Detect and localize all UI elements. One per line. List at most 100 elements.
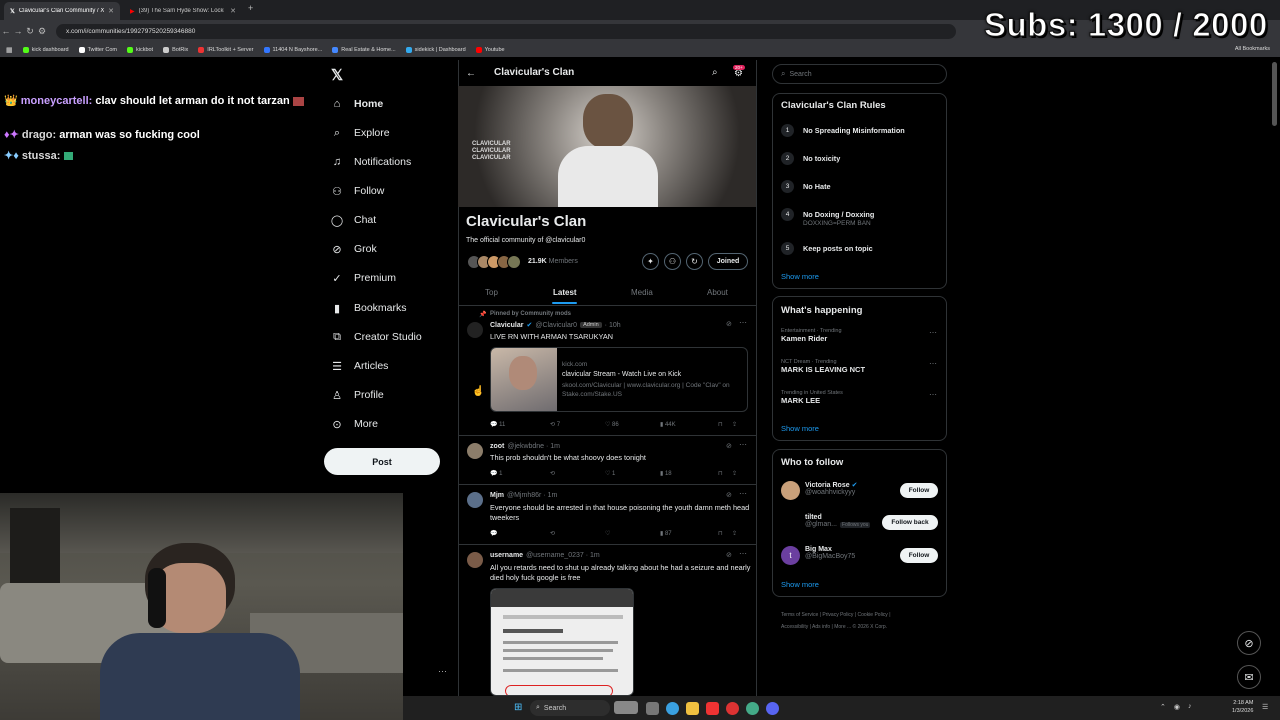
views-button[interactable]: ▮ 87	[660, 530, 718, 537]
avatar[interactable]	[781, 514, 800, 533]
tab-media[interactable]: Media	[631, 288, 653, 310]
show-more-link[interactable]: Show more	[781, 424, 819, 433]
tab-latest[interactable]: Latest	[553, 288, 577, 310]
site-info-icon[interactable]: ⚙	[36, 26, 48, 37]
obs-icon[interactable]	[706, 702, 719, 715]
reply-button[interactable]: 💬 11	[490, 421, 550, 428]
more-options-icon[interactable]: ⋯	[739, 489, 747, 498]
sidebar-item-premium[interactable]: ✓ Premium	[330, 268, 396, 288]
chrome-icon[interactable]	[666, 702, 679, 715]
search-icon[interactable]: ⌕	[712, 67, 718, 78]
close-tab-icon[interactable]: ✕	[230, 7, 236, 15]
grok-icon[interactable]: ⊘	[726, 320, 732, 328]
like-button[interactable]: ♡ 1	[605, 470, 660, 477]
trend-item[interactable]: NCT Dream · Trending MARK IS LEAVING NCT	[781, 359, 865, 374]
grok-icon[interactable]: ⊘	[726, 491, 732, 499]
browser-tab-active[interactable]: 𝕏 Clavicular's Clan Community / X ✕	[4, 2, 120, 20]
avatar[interactable]: t	[781, 546, 800, 565]
post-image-screenshot[interactable]	[490, 588, 634, 696]
follow-back-button[interactable]: Follow back	[882, 515, 938, 530]
members-count[interactable]: 21.9K Members	[528, 258, 578, 265]
bookmark-item[interactable]: kickbot	[126, 46, 153, 53]
like-button[interactable]: ♡	[605, 530, 660, 537]
back-arrow-icon[interactable]: ←	[466, 68, 476, 79]
share-icon[interactable]: ⇪	[732, 470, 737, 477]
share-icon[interactable]: ⇪	[732, 421, 737, 428]
windows-start-icon[interactable]: ⊞	[514, 702, 522, 713]
more-options-icon[interactable]: ⋯	[739, 318, 747, 327]
bookmark-item[interactable]: kick dashboard	[22, 46, 69, 53]
bookmark-icon[interactable]: ⊓	[718, 530, 732, 537]
sidebar-item-articles[interactable]: ☰ Articles	[330, 356, 388, 376]
share-icon[interactable]: ⇪	[732, 530, 737, 537]
app-icon[interactable]	[726, 702, 739, 715]
avatar[interactable]	[781, 481, 800, 500]
grok-icon[interactable]: ⊘	[726, 551, 732, 559]
bookmark-icon[interactable]: ⊓	[718, 421, 732, 428]
sidebar-item-bookmarks[interactable]: ▮ Bookmarks	[330, 298, 407, 318]
avatar[interactable]	[467, 322, 483, 338]
tab-top[interactable]: Top	[485, 288, 498, 310]
invite-icon[interactable]: ⚇	[664, 253, 681, 270]
repost-button[interactable]: ⟲	[550, 530, 605, 537]
member-avatars[interactable]	[467, 255, 521, 269]
more-options-icon[interactable]: ⋯	[929, 390, 937, 399]
avatar[interactable]	[467, 492, 483, 508]
follow-button[interactable]: Follow	[900, 548, 938, 563]
task-view-icon[interactable]	[646, 702, 659, 715]
grok-floating-icon[interactable]: ⊘	[1237, 631, 1261, 655]
bookmark-item[interactable]: Twitter Com	[78, 46, 117, 53]
sidebar-item-more[interactable]: ⊙ More	[330, 414, 378, 434]
tab-about[interactable]: About	[707, 288, 728, 310]
bookmark-item[interactable]: BotRix	[163, 46, 188, 53]
search-bar[interactable]: ⌕ Search	[772, 64, 947, 84]
show-more-link[interactable]: Show more	[781, 272, 819, 281]
bookmark-item[interactable]: sidekick | Dashboard	[405, 46, 466, 53]
sidebar-item-creator-studio[interactable]: ⧉ Creator Studio	[330, 327, 422, 347]
trend-item[interactable]: Entertainment · Trending Kamen Rider	[781, 328, 842, 343]
avatar[interactable]	[467, 443, 483, 459]
follow-suggestion[interactable]: Victoria Rose ✔ @woahhvickyyy	[805, 481, 858, 497]
account-more-icon[interactable]: ⋯	[438, 666, 447, 677]
new-tab-icon[interactable]: +	[248, 3, 253, 13]
search-input[interactable]: Search	[789, 71, 811, 78]
repost-button[interactable]: ⟲ 7	[550, 421, 605, 428]
sidebar-item-notifications[interactable]: ♫ Notifications	[330, 152, 411, 172]
link-card[interactable]: kick.com clavicular Stream - Watch Live …	[490, 347, 748, 412]
grok-icon[interactable]: ⊘	[726, 442, 732, 450]
sidebar-item-follow[interactable]: ⚇ Follow	[330, 181, 384, 201]
taskbar-search[interactable]: ⌕ Search	[530, 700, 610, 716]
more-options-icon[interactable]: ⋯	[739, 440, 747, 449]
joined-button[interactable]: Joined	[708, 253, 748, 270]
trend-item[interactable]: Trending in United States MARK LEE	[781, 390, 843, 405]
avatar[interactable]	[467, 552, 483, 568]
back-icon[interactable]: ←	[0, 26, 12, 36]
follow-button[interactable]: Follow	[900, 483, 938, 498]
bookmark-item[interactable]: Youtube	[475, 46, 505, 53]
sidebar-item-profile[interactable]: ♙ Profile	[330, 385, 384, 405]
more-options-icon[interactable]: ⋯	[929, 328, 937, 337]
reply-button[interactable]: 💬	[490, 530, 550, 537]
all-bookmarks[interactable]: All Bookmarks	[1235, 46, 1270, 52]
sidebar-item-grok[interactable]: ⊘ Grok	[330, 239, 376, 259]
apps-icon[interactable]: ▦	[6, 46, 13, 54]
url-field[interactable]: x.com/i/communities/1992797520259346880	[56, 23, 956, 39]
post-button[interactable]: Post	[324, 448, 440, 475]
taskbar-widget-icon[interactable]	[614, 701, 638, 714]
page-scrollbar[interactable]	[1272, 62, 1277, 126]
x-logo-icon[interactable]: 𝕏	[331, 66, 343, 84]
like-button[interactable]: ♡ 86	[605, 421, 660, 428]
messages-floating-icon[interactable]: ✉	[1237, 665, 1261, 689]
reply-button[interactable]: 💬 1	[490, 470, 550, 477]
more-options-icon[interactable]: ⋯	[929, 359, 937, 368]
bookmark-icon[interactable]: ⊓	[718, 470, 732, 477]
close-tab-icon[interactable]: ✕	[108, 7, 114, 15]
follow-suggestion[interactable]: Big Max @BigMacBoy75	[805, 546, 855, 560]
forward-icon[interactable]: →	[12, 26, 24, 36]
chevron-up-icon[interactable]: ⌃	[1160, 703, 1166, 711]
pin-icon[interactable]: ✦	[642, 253, 659, 270]
volume-icon[interactable]: ♪	[1188, 703, 1192, 711]
browser-tab[interactable]: ▶ (39) The Sam Hyde Show: Lockin ✕	[124, 2, 242, 20]
notifications-icon[interactable]: ☰	[1262, 703, 1268, 711]
bookmark-item[interactable]: Real Estate & Home...	[332, 46, 396, 53]
